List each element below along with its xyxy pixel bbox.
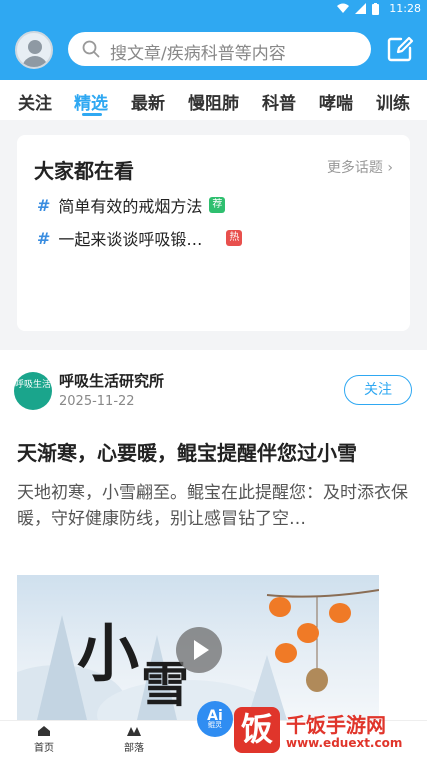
more-topics-label: 更多话题: [326, 160, 383, 176]
avatar-body: [22, 56, 48, 67]
persimmon-image: [297, 623, 319, 643]
edit-icon[interactable]: [386, 35, 414, 63]
more-topics-link[interactable]: 更多话题 ›: [327, 157, 393, 177]
post-video-thumbnail[interactable]: 小 雪: [17, 575, 379, 720]
tab-follow[interactable]: 关注: [18, 89, 52, 114]
topic-text: 简单有效的戒烟方法: [58, 197, 203, 216]
clock: 11:28: [389, 2, 421, 15]
persimmon-image: [275, 643, 297, 663]
search-icon: [82, 40, 100, 58]
post-date: 2025-11-22: [59, 394, 135, 409]
trending-topic[interactable]: # 简单有效的戒烟方法 荐: [37, 193, 226, 217]
app-header: 搜文章/疾病科普等内容: [0, 18, 427, 80]
post-title[interactable]: 天渐寒，心要暖，鲲宝提醒伴您过小雪: [17, 437, 357, 466]
ai-assistant-button[interactable]: Ai 鲲灵: [197, 701, 233, 737]
battery-icon: [372, 3, 379, 15]
tab-science[interactable]: 科普: [262, 89, 296, 114]
ai-sublabel: 鲲灵: [208, 721, 222, 729]
avatar-head: [28, 40, 42, 54]
watermark-url: www.eduext.com: [286, 736, 403, 750]
nav-tribe[interactable]: 部落: [104, 725, 164, 754]
post-excerpt: 天地初寒，小雪翩至。鲲宝在此提醒您：及时添衣保暖，守好健康防线，别让感冒钻了空…: [17, 483, 408, 529]
trending-title: 大家都在看: [34, 159, 134, 183]
author-name[interactable]: 呼吸生活研究所: [59, 370, 164, 391]
status-bar: 11:28: [0, 0, 427, 18]
tribe-icon: [127, 727, 141, 736]
follow-button[interactable]: 关注: [344, 375, 412, 405]
play-icon[interactable]: [176, 627, 222, 673]
nav-home[interactable]: 首页: [14, 725, 74, 754]
search-bar[interactable]: 搜文章/疾病科普等内容: [68, 32, 371, 66]
persimmon-image: [329, 603, 351, 623]
recommend-badge: 荐: [209, 197, 226, 213]
persimmon-image: [269, 597, 291, 617]
author-avatar[interactable]: 呼吸生活: [14, 372, 52, 410]
nav-tribe-label: 部落: [124, 743, 144, 754]
category-tabs: 关注 精选 最新 慢阻肺 科普 哮喘 训练: [0, 80, 427, 120]
watermark-logo: 饭: [234, 707, 280, 753]
home-icon: [38, 726, 50, 736]
trending-card: 大家都在看 更多话题 › # 简单有效的戒烟方法 荐 # 一起来谈谈呼吸锻… 热: [17, 135, 410, 331]
active-tab-indicator: [82, 113, 102, 116]
hashtag-icon: #: [37, 228, 51, 248]
signal-icon: [355, 3, 366, 14]
trending-topic[interactable]: # 一起来谈谈呼吸锻… 热: [37, 226, 243, 250]
hot-badge: 热: [226, 230, 243, 246]
hashtag-icon: #: [37, 195, 51, 215]
tab-asthma[interactable]: 哮喘: [319, 89, 353, 114]
tab-copd[interactable]: 慢阻肺: [188, 89, 239, 114]
tab-latest[interactable]: 最新: [131, 89, 165, 114]
search-placeholder: 搜文章/疾病科普等内容: [110, 44, 286, 64]
media-title-char: 小: [77, 617, 140, 690]
topic-text: 一起来谈谈呼吸锻…: [58, 230, 203, 249]
tab-featured[interactable]: 精选: [74, 89, 108, 114]
status-icons: [337, 3, 379, 15]
post-card[interactable]: 呼吸生活 呼吸生活研究所 2025-11-22 关注 天渐寒，心要暖，鲲宝提醒伴…: [0, 350, 427, 720]
site-watermark: 饭 千饭手游网 www.eduext.com: [234, 707, 420, 753]
watermark-title: 千饭手游网: [286, 713, 386, 737]
wifi-icon: [337, 3, 349, 13]
tab-training[interactable]: 训练: [376, 89, 410, 114]
user-avatar[interactable]: [15, 31, 53, 69]
nav-home-label: 首页: [34, 743, 54, 754]
